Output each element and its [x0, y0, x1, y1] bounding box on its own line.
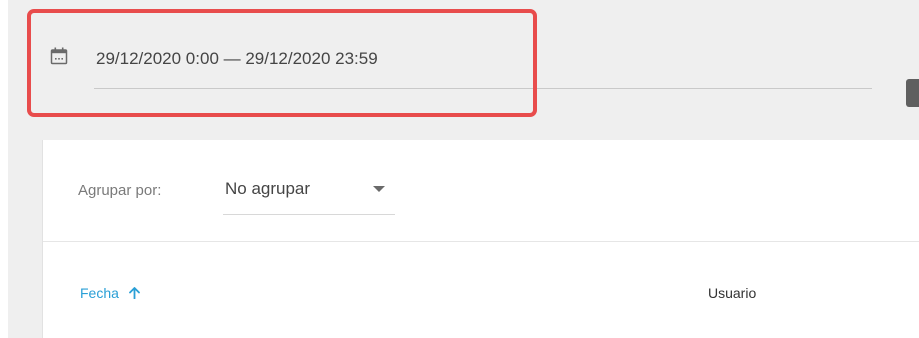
checkbox-icon[interactable]	[906, 79, 919, 107]
column-header-fecha-label[interactable]: Fecha	[80, 285, 119, 301]
column-header-usuario[interactable]: Usuario	[708, 285, 756, 301]
divider	[43, 241, 919, 242]
group-by-label: Agrupar por:	[78, 182, 162, 199]
arrow-up-icon[interactable]	[128, 286, 140, 302]
caret-down-icon[interactable]	[373, 186, 385, 192]
group-by-value[interactable]: No agrupar	[225, 179, 310, 199]
group-by-select[interactable]: No agrupar	[223, 174, 395, 215]
date-field-underline	[94, 88, 872, 89]
calendar-icon[interactable]	[50, 47, 68, 65]
results-card: Agrupar por: No agrupar Fecha Usuario	[42, 140, 919, 338]
date-range-field[interactable]: 29/12/2020 0:00 — 29/12/2020 23:59	[40, 22, 880, 90]
date-range-value[interactable]: 29/12/2020 0:00 — 29/12/2020 23:59	[96, 49, 378, 69]
column-header-fecha[interactable]: Fecha	[80, 285, 140, 302]
